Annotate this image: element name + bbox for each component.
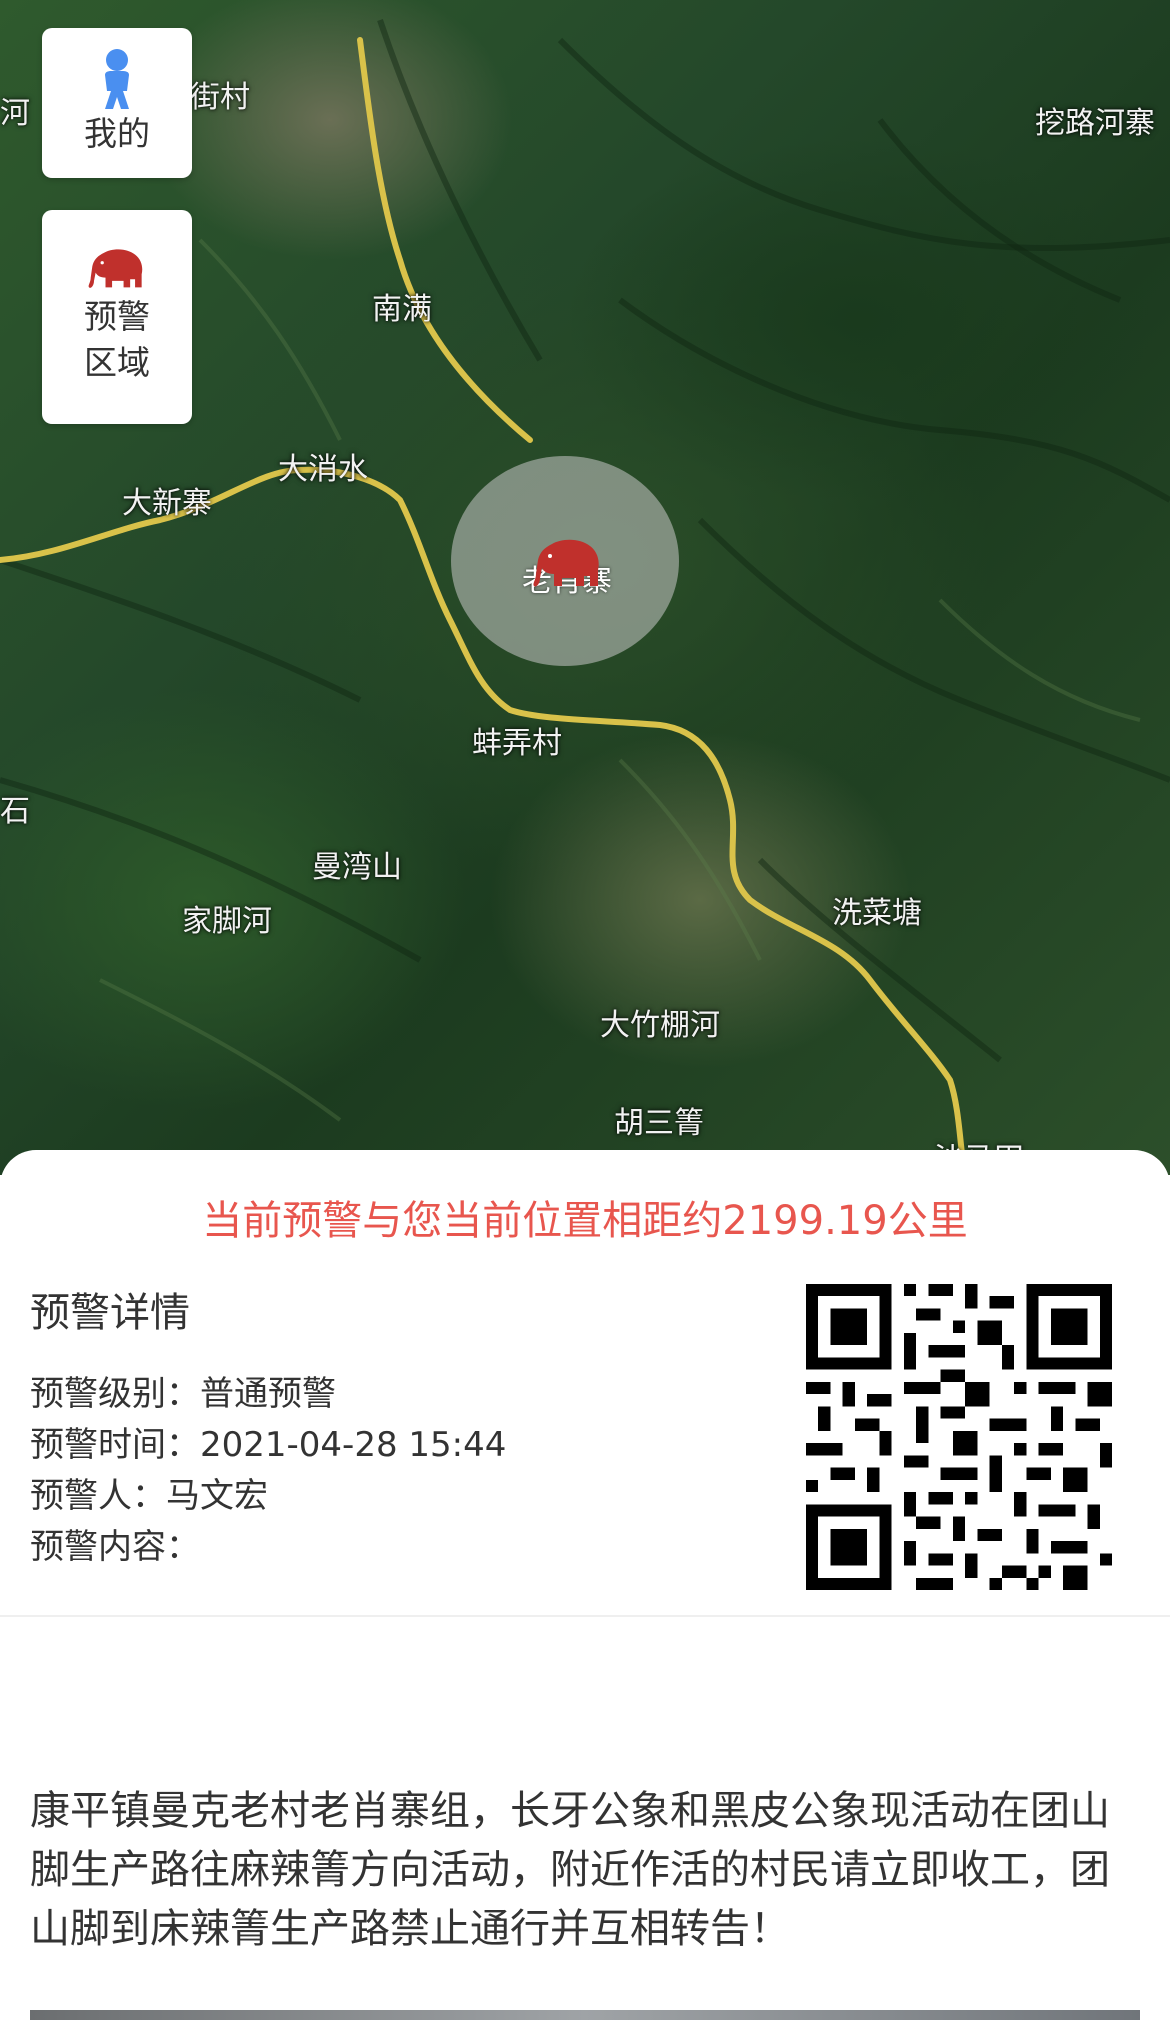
place-label: 家脚河 (182, 904, 272, 939)
person-icon (105, 49, 129, 109)
mine-button[interactable]: 我的 (42, 28, 192, 178)
place-label: 南满 (372, 292, 432, 327)
warning-level: 预警级别：普通预警 (30, 1374, 336, 1414)
warning-zone-label-line2: 区域 (84, 343, 150, 382)
distance-text: 当前预警与您当前位置相距约2199.19公里 (202, 1198, 968, 1244)
mine-button-label: 我的 (84, 114, 150, 153)
warning-details-panel: 当前预警与您当前位置相距约2199.19公里 预警详情 预警级别：普通预警 预警… (0, 1150, 1170, 2020)
place-label: 曼湾山 (312, 850, 402, 885)
details-title: 预警详情 (30, 1290, 190, 1336)
qr-code[interactable] (806, 1284, 1112, 1590)
place-label: 街村 (190, 80, 250, 115)
warning-photo[interactable] (30, 2010, 1140, 2020)
place-label: 大新寨 (122, 486, 212, 521)
place-label: 石 (0, 794, 30, 829)
place-label: 蚌弄村 (472, 726, 562, 761)
warning-zone-label-line1: 预警 (84, 297, 150, 336)
section-divider (0, 1615, 1170, 1617)
place-label: 大消水 (278, 452, 368, 487)
place-label: 挖路河寨 (1035, 106, 1155, 141)
place-label: 胡三箐 (614, 1106, 704, 1141)
elephant-icon[interactable] (532, 538, 604, 594)
warning-zone-button[interactable]: 预警 区域 (42, 210, 192, 424)
place-label: 河 (0, 96, 30, 131)
warning-person: 预警人：马文宏 (30, 1476, 268, 1516)
warning-message: 康平镇曼克老村老肖寨组，长牙公象和黑皮公象现活动在团山脚生产路往麻辣箐方向活动，… (30, 1788, 1110, 1952)
place-label: 大竹棚河 (600, 1008, 720, 1043)
warning-content-label: 预警内容： (30, 1527, 200, 1567)
place-label: 洗菜塘 (832, 896, 922, 931)
elephant-icon (88, 249, 143, 288)
warning-time: 预警时间：2021-04-28 15:44 (30, 1425, 507, 1465)
